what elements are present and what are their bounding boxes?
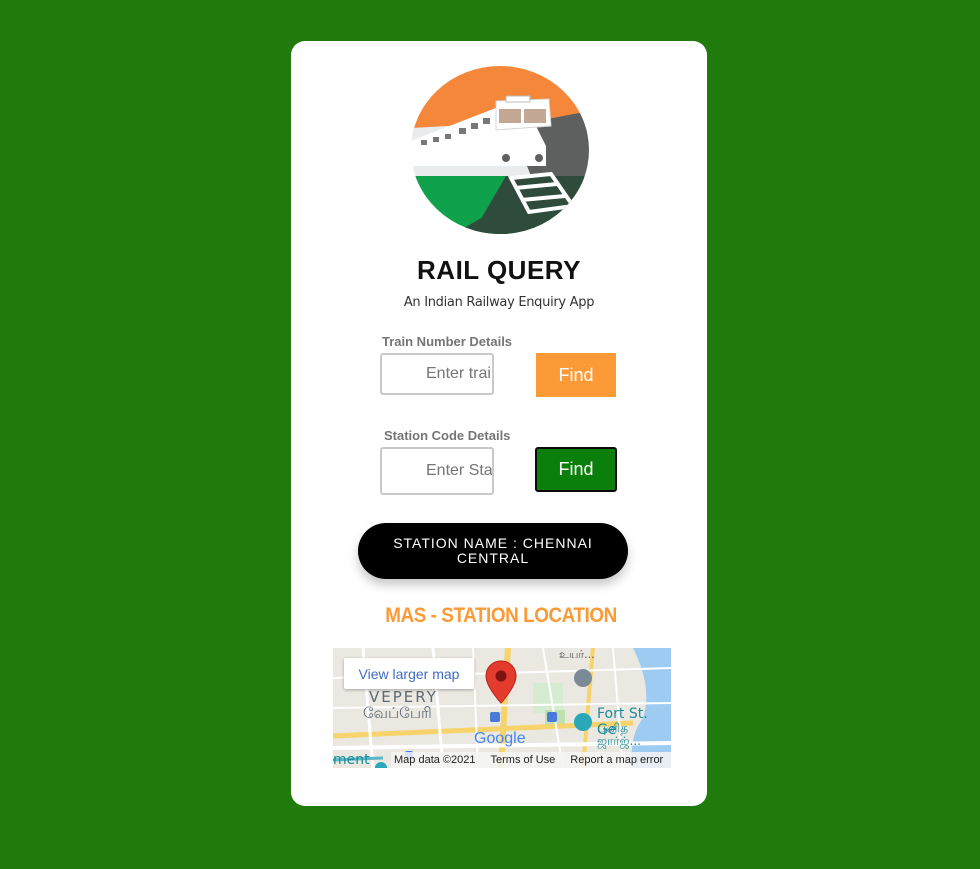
station-name-result: STATION NAME : CHENNAI CENTRAL — [358, 523, 628, 579]
map-label-vepery-tamil: வேப்பேரி — [363, 704, 432, 722]
station-location-heading: MAS - STATION LOCATION — [385, 604, 617, 627]
station-find-button[interactable]: Find — [535, 447, 617, 492]
main-card: RAIL QUERY An Indian Railway Enquiry App… — [291, 41, 707, 806]
map-label-ment: ment — [333, 752, 370, 768]
app-title: RAIL QUERY — [417, 255, 581, 285]
station-name-text: STATION NAME : CHENNAI CENTRAL — [393, 535, 593, 566]
train-find-button[interactable]: Find — [536, 353, 616, 397]
view-larger-map-link[interactable]: View larger map — [344, 658, 474, 689]
station-map[interactable]: VEPERY வேப்பேரி Fort St. Ge புனித ஜார்ஜ்… — [333, 648, 671, 768]
train-number-input[interactable] — [380, 353, 494, 395]
train-logo-icon — [411, 66, 589, 234]
map-footer: Map data ©2021 Terms of Use Report a map… — [391, 752, 671, 768]
map-pin-icon — [485, 660, 517, 704]
map-label-fort-tamil-2: ஜார்ஜ்... — [597, 734, 641, 748]
map-data-credit: Map data ©2021 — [394, 754, 476, 766]
app-subtitle: An Indian Railway Enquiry App — [403, 295, 595, 310]
train-number-label: Train Number Details — [382, 334, 513, 349]
google-logo: Google — [474, 730, 526, 747]
station-code-input[interactable] — [380, 447, 494, 495]
terms-of-use-link[interactable]: Terms of Use — [491, 754, 556, 766]
report-map-error-link[interactable]: Report a map error — [570, 754, 663, 766]
station-code-label: Station Code Details — [384, 428, 511, 443]
map-label-top-tamil: உயர்... — [559, 648, 595, 661]
